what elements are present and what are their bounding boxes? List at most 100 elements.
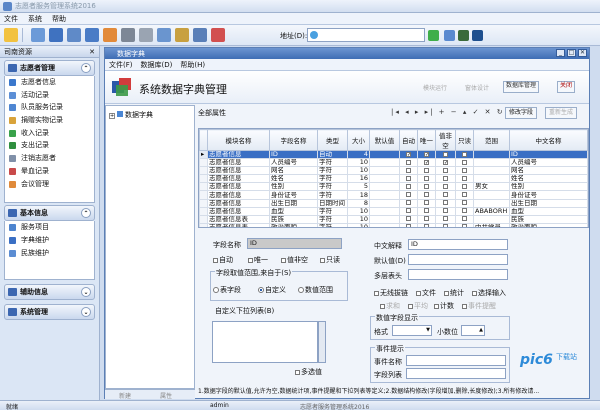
checkbox[interactable] (462, 216, 467, 222)
checkbox[interactable] (281, 257, 286, 263)
table-cell[interactable]: 字符 (317, 206, 348, 216)
column-header[interactable]: 只读 (455, 129, 474, 151)
table-cell[interactable]: 民族 (509, 214, 588, 224)
checkbox[interactable] (462, 167, 467, 173)
multi-select-checkbox[interactable]: 多选值 (295, 367, 322, 377)
table-cell[interactable]: 中共党员 (473, 222, 510, 227)
grid-icon[interactable] (67, 28, 81, 42)
lock-icon[interactable] (193, 28, 207, 42)
print-icon[interactable] (121, 28, 135, 42)
table-cell[interactable]: 政治面貌 (269, 222, 318, 227)
checkbox[interactable] (462, 151, 467, 157)
readonly-checkbox[interactable]: 只读 (320, 255, 340, 265)
stat-checkbox[interactable]: 统计 (444, 288, 464, 298)
cn-name-input[interactable]: ID (408, 239, 508, 250)
checkbox[interactable] (424, 200, 429, 206)
checkbox-cell[interactable] (417, 206, 436, 216)
checkbox[interactable] (443, 208, 448, 214)
table-cell[interactable] (473, 198, 510, 208)
checkbox[interactable] (406, 224, 411, 227)
checkbox[interactable] (434, 303, 439, 309)
checkbox[interactable] (406, 159, 411, 165)
checkbox[interactable] (406, 192, 411, 198)
checkbox-cell[interactable] (455, 158, 474, 168)
checkbox-cell[interactable] (435, 206, 456, 216)
notnull-checkbox[interactable]: 值非空 (281, 255, 308, 265)
checkbox[interactable] (406, 175, 411, 181)
checkbox[interactable] (374, 290, 379, 296)
checkbox[interactable] (424, 208, 429, 214)
table-cell[interactable]: ABABORH (473, 206, 510, 216)
checkbox-cell[interactable] (399, 206, 418, 216)
checkbox[interactable] (320, 257, 325, 263)
column-header[interactable]: 自动 (399, 129, 418, 151)
checkbox-cell[interactable] (435, 166, 456, 176)
checkbox-cell[interactable] (455, 174, 474, 184)
checkbox[interactable] (408, 303, 413, 309)
user-icon[interactable] (157, 28, 171, 42)
list-icon[interactable] (49, 28, 63, 42)
edit-field-button[interactable]: 修改字段 (505, 107, 538, 119)
key-icon[interactable] (175, 28, 189, 42)
format-select[interactable]: ▼ (392, 325, 432, 336)
checkbox[interactable] (443, 216, 448, 222)
table-row[interactable]: 志愿者信息 人员编号 字符 10 ✓ ✓ 人员编号 (199, 158, 588, 168)
column-header[interactable]: 默认值 (369, 129, 400, 151)
excel-icon[interactable] (458, 30, 469, 41)
table-cell[interactable]: 18 (347, 190, 370, 200)
sidebar-item-activity[interactable]: 活动记录 (5, 89, 94, 102)
table-cell[interactable] (473, 149, 510, 160)
checkbox-cell[interactable] (417, 174, 436, 184)
db-manage-button[interactable]: 数据库管理 (503, 81, 540, 93)
table-cell[interactable]: 人员编号 (269, 158, 318, 168)
regenerate-button[interactable]: 重新生成 (545, 107, 578, 119)
checkbox[interactable] (295, 369, 300, 375)
checkbox[interactable] (462, 159, 467, 165)
table-cell[interactable] (369, 174, 400, 184)
checkbox-cell[interactable] (435, 190, 456, 200)
table-cell[interactable]: 8 (347, 198, 370, 208)
table-cell[interactable]: 政治面貌 (509, 222, 588, 227)
radio[interactable] (258, 287, 264, 293)
default-value-input[interactable] (408, 254, 508, 265)
table-cell[interactable]: 志愿者信息 (207, 174, 270, 184)
table-cell[interactable]: 字符 (317, 174, 348, 184)
checkbox[interactable] (443, 183, 448, 189)
table-cell[interactable]: 10 (347, 158, 370, 168)
table-cell[interactable]: 志愿者信息 (207, 158, 270, 168)
table-row[interactable]: 志愿者信息 性别 字符 5 男女 性别 (199, 182, 588, 192)
checkbox[interactable]: ✓ (424, 151, 429, 157)
chevron-down-icon[interactable]: ⌄ (81, 287, 91, 298)
table-cell[interactable]: 志愿者信息 (207, 182, 270, 192)
checkbox[interactable] (424, 224, 429, 227)
table-cell[interactable]: 血型 (509, 206, 588, 216)
checkbox[interactable] (213, 257, 218, 263)
checkbox[interactable] (472, 290, 477, 296)
table-cell[interactable]: 民族 (269, 214, 318, 224)
settings-icon[interactable] (472, 30, 483, 41)
radio-custom[interactable]: 自定义 (258, 285, 286, 295)
chevron-down-icon[interactable]: ▼ (426, 326, 430, 335)
table-cell[interactable]: 字符 (317, 182, 348, 192)
checkbox[interactable] (443, 167, 448, 173)
checkbox[interactable] (443, 224, 448, 227)
checkbox[interactable] (443, 200, 448, 206)
event-remind-checkbox[interactable]: 事件提醒 (462, 301, 496, 311)
sidebar-section-system[interactable]: 系统管理 ⌄ (4, 304, 95, 321)
checkbox[interactable] (462, 175, 467, 181)
file-checkbox[interactable]: 文件 (416, 288, 436, 298)
checkbox[interactable] (424, 175, 429, 181)
table-row[interactable]: 志愿者信息 血型 字符 10 ABABORH 血型 (199, 206, 588, 216)
checkbox[interactable] (462, 200, 467, 206)
checkbox-cell[interactable] (435, 182, 456, 192)
properties-button[interactable]: 属性 (160, 391, 172, 400)
checkbox[interactable] (462, 303, 467, 309)
menu-help[interactable]: 帮助(H) (180, 60, 205, 70)
checkbox-cell[interactable] (435, 174, 456, 184)
table-cell[interactable]: 志愿者信息 (207, 198, 270, 208)
column-header[interactable]: 范围 (473, 129, 510, 151)
column-header[interactable]: 值非空 (435, 129, 456, 151)
avg-checkbox[interactable]: 平均 (408, 301, 428, 311)
table-row[interactable]: 志愿者信息表 民族 字符 10 民族 (199, 214, 588, 224)
table-cell[interactable]: 16 (347, 174, 370, 184)
